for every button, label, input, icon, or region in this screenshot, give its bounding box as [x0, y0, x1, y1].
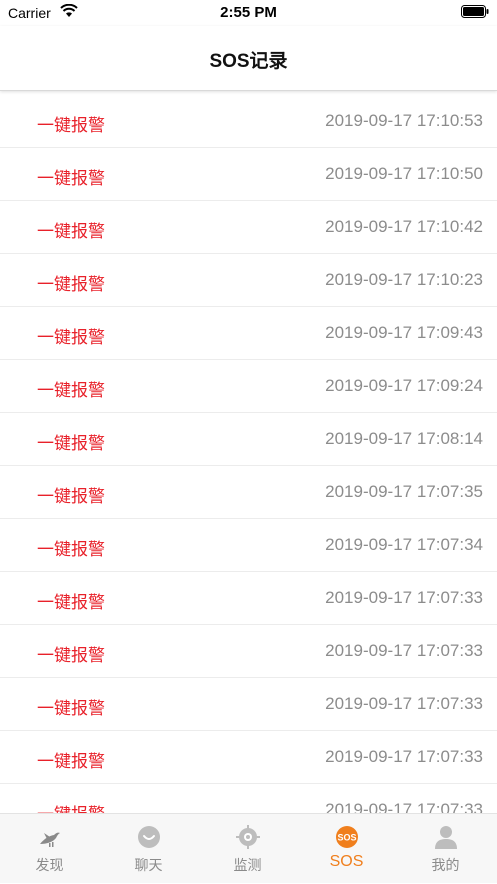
chat-smile-icon [138, 826, 160, 848]
page-title: SOS记录 [209, 51, 288, 72]
tab-monitor[interactable]: 监测 [198, 814, 297, 884]
record-type-label: 一键报警 [37, 699, 105, 718]
sos-record-row[interactable]: 一键报警 2019-09-17 17:07:33 [0, 731, 497, 784]
record-type-label: 一键报警 [37, 328, 105, 347]
tab-bar: 发现 聊天 监测 SOS SOS 我的 [0, 813, 497, 883]
record-type-label: 一键报警 [37, 752, 105, 771]
sos-record-row[interactable]: 一键报警 2019-09-17 17:07:35 [0, 466, 497, 519]
sos-record-list[interactable]: 一键报警 2019-09-17 17:10:53 一键报警 2019-09-17 17… [0, 95, 497, 813]
record-timestamp: 2019-09-17 17:09:24 [325, 376, 483, 395]
sos-record-row[interactable]: 一键报警 2019-09-17 17:10:23 [0, 254, 497, 307]
sos-record-row[interactable]: 一键报警 2019-09-17 17:07:33 [0, 625, 497, 678]
record-type-label: 一键报警 [37, 381, 105, 400]
sos-record-row[interactable]: 一键报警 2019-09-17 17:09:24 [0, 360, 497, 413]
record-type-label: 一键报警 [37, 275, 105, 294]
record-timestamp: 2019-09-17 17:07:33 [325, 588, 483, 607]
record-type-label: 一键报警 [37, 222, 105, 241]
battery-icon [461, 5, 489, 18]
monitor-target-icon [236, 825, 260, 849]
tab-label: 监测 [233, 857, 262, 873]
sos-record-row[interactable]: 一键报警 2019-09-17 17:10:50 [0, 148, 497, 201]
tab-label: 发现 [35, 857, 64, 873]
record-type-label: 一键报警 [37, 487, 105, 506]
record-timestamp: 2019-09-17 17:07:33 [325, 694, 483, 713]
record-timestamp: 2019-09-17 17:10:50 [325, 164, 483, 183]
sos-icon: SOS [336, 826, 358, 848]
record-type-label: 一键报警 [37, 800, 105, 813]
record-timestamp: 2019-09-17 17:07:35 [325, 482, 483, 501]
record-timestamp: 2019-09-17 17:09:43 [325, 323, 483, 342]
tab-discover[interactable]: 发现 [0, 814, 99, 884]
record-timestamp: 2019-09-17 17:08:14 [325, 429, 483, 448]
sos-record-row[interactable]: 一键报警 2019-09-17 17:07:34 [0, 519, 497, 572]
record-type-label: 一键报警 [37, 540, 105, 559]
record-type-label: 一键报警 [37, 646, 105, 665]
record-timestamp: 2019-09-17 17:10:23 [325, 270, 483, 289]
status-time: 2:55 PM [220, 4, 277, 21]
navigation-bar: SOS记录 [0, 26, 497, 91]
record-timestamp: 2019-09-17 17:07:33 [325, 800, 483, 813]
status-bar: Carrier 2:55 PM [0, 0, 497, 26]
record-timestamp: 2019-09-17 17:07:33 [325, 641, 483, 660]
pigeon-icon [40, 832, 60, 847]
tab-label: SOS [329, 853, 364, 870]
sos-record-row[interactable]: 一键报警 2019-09-17 17:10:53 [0, 95, 497, 148]
sos-record-row[interactable]: 一键报警 2019-09-17 17:07:33 [0, 678, 497, 731]
person-icon [435, 826, 457, 849]
record-type-label: 一键报警 [37, 593, 105, 612]
record-timestamp: 2019-09-17 17:10:53 [325, 111, 483, 130]
svg-text:SOS: SOS [337, 833, 356, 843]
sos-record-row[interactable]: 一键报警 2019-09-17 17:10:42 [0, 201, 497, 254]
record-type-label: 一键报警 [37, 169, 105, 188]
tab-sos[interactable]: SOS SOS [297, 814, 396, 884]
tab-chat[interactable]: 聊天 [99, 814, 198, 884]
record-timestamp: 2019-09-17 17:10:42 [325, 217, 483, 236]
record-type-label: 一键报警 [37, 116, 105, 135]
sos-record-row[interactable]: 一键报警 2019-09-17 17:09:43 [0, 307, 497, 360]
record-timestamp: 2019-09-17 17:07:34 [325, 535, 483, 554]
sos-record-row[interactable]: 一键报警 2019-09-17 17:08:14 [0, 413, 497, 466]
record-timestamp: 2019-09-17 17:07:33 [325, 747, 483, 766]
sos-record-row[interactable]: 一键报警 2019-09-17 17:07:33 [0, 784, 497, 813]
tab-profile[interactable]: 我的 [396, 814, 495, 884]
tab-label: 我的 [431, 857, 460, 873]
record-type-label: 一键报警 [37, 434, 105, 453]
tab-label: 聊天 [134, 857, 163, 873]
sos-record-row[interactable]: 一键报警 2019-09-17 17:07:33 [0, 572, 497, 625]
